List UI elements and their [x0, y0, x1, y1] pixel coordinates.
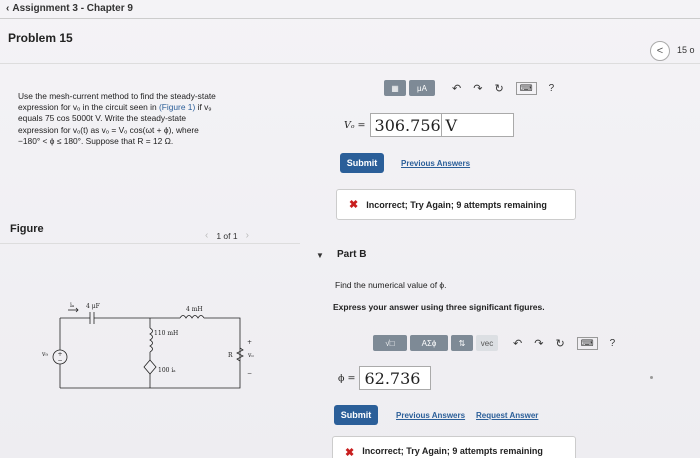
figure-pager-label: 1 of 1 — [216, 230, 238, 241]
back-to-assignment-link[interactable]: ‹ Assignment 3 - Chapter 9 — [6, 3, 133, 14]
keyboard-icon[interactable]: ⌨ — [515, 81, 537, 95]
part-b-variable: ϕ = — [338, 372, 356, 384]
statement-line-2b: if v₉ — [195, 102, 212, 113]
top-divider — [0, 18, 700, 19]
part-a-variable: Vₒ = — [344, 119, 366, 131]
help-icon[interactable]: ? — [549, 83, 555, 94]
source-minus: − — [58, 357, 63, 364]
greek-button[interactable]: AΣϕ — [410, 335, 448, 351]
part-b-request-answer-link[interactable]: Request Answer — [476, 411, 538, 420]
part-b-feedback-text: Incorrect; Try Again; 9 attempts remaini… — [362, 446, 543, 456]
part-a-answer-row: Vₒ = 306.756 V — [344, 113, 514, 137]
statement-line-4: expression for vₒ(t) as vₒ = Vₒ cos(ωt +… — [18, 124, 199, 135]
statement-line-5: −180° < ϕ ≤ 180°. Suppose that R = 12 Ω. — [18, 135, 174, 146]
redo-icon[interactable]: ↷ — [473, 82, 482, 95]
problem-counter: 15 o — [677, 45, 695, 55]
chevron-left-icon: ‹ — [6, 3, 10, 14]
page: ‹ Assignment 3 - Chapter 9 Problem 15 < … — [0, 0, 700, 458]
figure-link[interactable]: (Figure 1) — [159, 102, 195, 112]
part-a-feedback-text: Incorrect; Try Again; 9 attempts remaini… — [366, 199, 547, 210]
arrows-button[interactable]: ⇅ — [451, 335, 473, 351]
previous-problem-button[interactable]: < — [650, 41, 670, 61]
undo-icon[interactable]: ↶ — [513, 337, 522, 350]
units-label: μA — [417, 83, 427, 93]
error-x-icon: ✖ — [345, 447, 355, 458]
part-a-feedback: ✖ Incorrect; Try Again; 9 attempts remai… — [336, 189, 576, 220]
part-b-answer-input[interactable]: 62.736 — [359, 366, 432, 390]
help-icon[interactable]: ? — [610, 338, 616, 349]
part-b-feedback: ✖ Incorrect; Try Again; 9 attempts remai… — [332, 436, 576, 458]
chevron-left-icon[interactable]: ‹ — [205, 230, 208, 241]
vo-minus: − — [247, 370, 252, 377]
inductor-mid-label: 110 mH — [154, 330, 178, 337]
templates-button[interactable]: ▦ — [384, 80, 406, 96]
part-a-previous-answers-link[interactable]: Previous Answers — [401, 159, 470, 168]
problem-statement: Use the mesh-current method to find the … — [18, 91, 268, 147]
inductor-mid — [149, 327, 153, 353]
problem-title: Problem 15 — [8, 31, 73, 45]
units-button[interactable]: μA — [409, 80, 435, 96]
back-link-label: Assignment 3 - Chapter 9 — [12, 3, 133, 14]
header-divider — [0, 63, 700, 64]
vec-button[interactable]: vec — [476, 335, 498, 351]
part-a-unit-input[interactable]: V — [441, 113, 514, 137]
part-b-question: Find the numerical value of ϕ. — [335, 280, 447, 290]
ia-label: iₐ — [70, 302, 75, 309]
redo-icon[interactable]: ↷ — [534, 337, 543, 350]
part-a-submit-button[interactable]: Submit — [340, 153, 384, 173]
resize-dot — [650, 376, 653, 379]
collapse-caret-icon[interactable]: ▼ — [316, 251, 324, 260]
error-x-icon: ✖ — [349, 199, 359, 211]
greek-label: AΣϕ — [421, 338, 437, 348]
dependent-source-label: 100 iₐ — [158, 367, 176, 374]
undo-icon[interactable]: ↶ — [452, 82, 461, 95]
figure-pager: ‹ 1 of 1 › — [205, 230, 249, 241]
sqrt-label: √□ — [385, 338, 395, 348]
figure-divider — [0, 243, 300, 244]
part-b-instructions: Express your answer using three signific… — [333, 302, 545, 312]
chevron-left-icon: < — [656, 45, 664, 57]
arrows-label: ⇅ — [458, 338, 466, 348]
chevron-right-icon[interactable]: › — [246, 230, 249, 241]
reset-icon[interactable]: ↻ — [494, 82, 503, 95]
inductor-top — [179, 315, 205, 319]
part-b-toolbar: √□ AΣϕ ⇅ vec ↶ ↷ ↻ ⌨ ? — [373, 334, 615, 352]
vg-label: v₉ — [41, 351, 48, 358]
figure-label: Figure — [10, 223, 44, 235]
resistor-label: R — [228, 352, 233, 359]
part-a-toolbar: ▦ μA ↶ ↷ ↻ ⌨ ? — [384, 79, 554, 97]
part-b-answer-row: ϕ = 62.736 — [338, 366, 432, 390]
vec-label: vec — [480, 338, 494, 348]
part-b-submit-button[interactable]: Submit — [334, 405, 378, 425]
statement-line-1: Use the mesh-current method to find the … — [18, 91, 216, 101]
inductor-top-label: 4 mH — [186, 306, 203, 313]
keyboard-icon[interactable]: ⌨ — [576, 336, 598, 350]
sqrt-button[interactable]: √□ — [373, 335, 407, 351]
circuit-diagram: iₐ 4 μF 4 mH 110 mH 100 iₐ R vₒ + − v₉ +… — [41, 302, 254, 389]
vo-label: vₒ — [247, 352, 254, 359]
templates-icon: ▦ — [391, 83, 399, 93]
part-a-answer-input[interactable]: 306.756 — [369, 113, 442, 137]
statement-line-3: equals 75 cos 5000t V. Write the steady-… — [18, 113, 187, 124]
part-b-previous-answers-link[interactable]: Previous Answers — [396, 411, 465, 420]
statement-line-2a: expression for vₒ in the circuit seen in — [18, 102, 159, 113]
capacitor-label: 4 μF — [86, 303, 100, 310]
part-b-title: Part B — [337, 249, 367, 260]
vo-plus: + — [247, 339, 252, 346]
reset-icon[interactable]: ↻ — [555, 337, 564, 350]
dependent-source — [143, 359, 157, 375]
